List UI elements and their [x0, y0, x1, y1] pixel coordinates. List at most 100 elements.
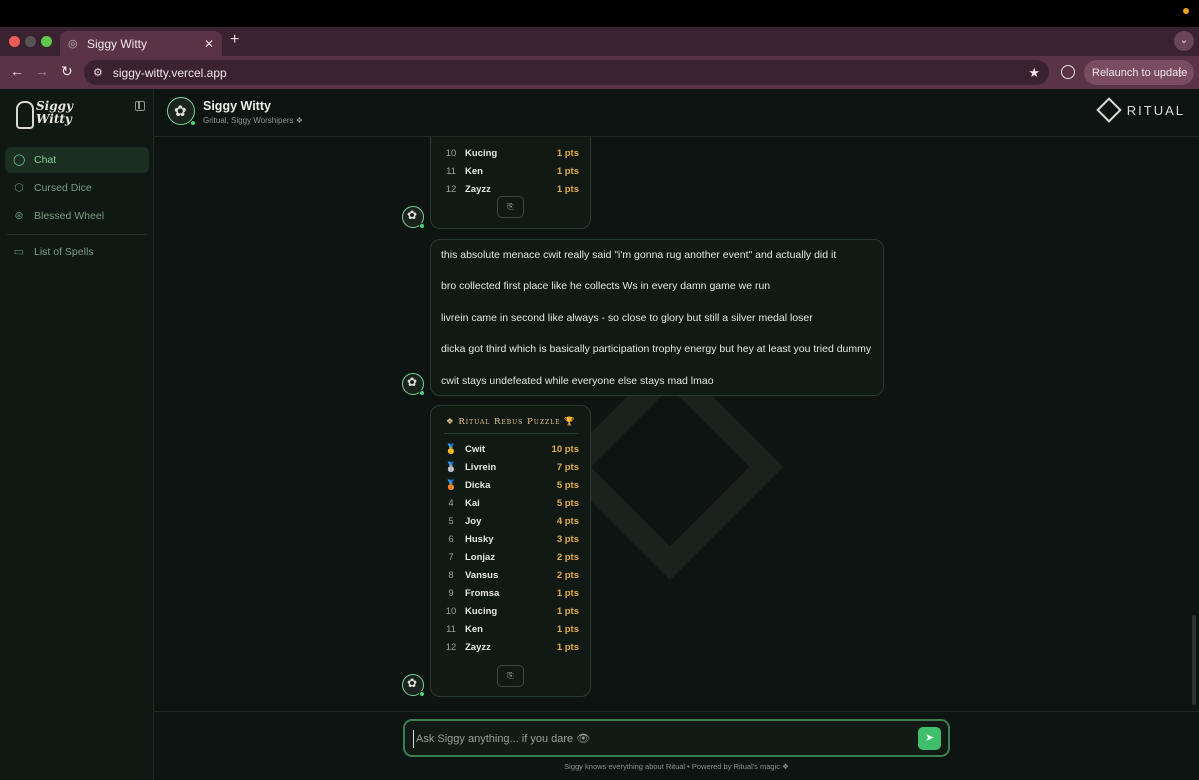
- online-status-icon: [419, 223, 425, 229]
- leaderboard-rank: 8: [448, 570, 454, 581]
- back-arrow-icon[interactable]: ←: [10, 63, 24, 79]
- message-line: dicka got third which is basically parti…: [441, 343, 872, 355]
- leaderboard-row: 8 Vansus 2 pts: [431, 567, 591, 585]
- notification-dot-icon: [1183, 8, 1189, 14]
- leaderboard-row: 6 Husky 3 pts: [431, 531, 591, 549]
- leaderboard-rank: 5: [448, 516, 454, 527]
- leaderboard-pts: 1 pts: [556, 642, 579, 653]
- ritual-brand-logo[interactable]: RITUAL: [1096, 97, 1185, 123]
- send-button[interactable]: ➤: [918, 727, 941, 750]
- leaderboard-row: 🥉 Dicka 5 pts: [431, 477, 591, 495]
- leaderboard-name: Kai: [465, 498, 480, 509]
- message-bubble: this absolute menace cwit really said "i…: [430, 239, 884, 396]
- chat-messages[interactable]: 10 Kucing 1 pts 11 Ken 1 pts 12 Zayzz 1 …: [154, 137, 1199, 711]
- leaderboard-rank: 🥉: [445, 480, 457, 491]
- leaderboard-row: 10 Kucing 1 pts: [431, 603, 591, 621]
- sidebar-item-label: Chat: [34, 154, 57, 166]
- leaderboard-pts: 2 pts: [556, 570, 579, 581]
- leaderboard-row: 12 Zayzz 1 pts: [431, 639, 591, 657]
- window-close-button[interactable]: [9, 36, 20, 47]
- leaderboard-rank: 12: [445, 642, 457, 653]
- chat-title: Siggy Witty: [203, 99, 271, 113]
- sidebar-item-cursed-dice[interactable]: ⬡ Cursed Dice: [5, 175, 149, 201]
- close-tab-icon[interactable]: ✕: [204, 37, 214, 51]
- chat-subtitle: Gritual, Siggy Worshipers ❖: [203, 116, 303, 125]
- message-line: this absolute menace cwit really said "i…: [441, 249, 837, 261]
- siggy-avatar: [167, 97, 196, 126]
- forward-arrow-icon[interactable]: →: [35, 63, 49, 79]
- wheel-icon: ⊛: [14, 210, 24, 222]
- leaderboard-name: Dicka: [465, 480, 491, 491]
- send-icon: ➤: [924, 732, 935, 744]
- chat-header: Siggy Witty Gritual, Siggy Worshipers ❖ …: [154, 89, 1199, 137]
- url-text[interactable]: siggy-witty.vercel.app: [113, 66, 1028, 80]
- leaderboard-pts: 1 pts: [556, 606, 579, 617]
- leaderboard-rank: 7: [448, 552, 454, 563]
- message-input[interactable]: [413, 730, 903, 748]
- leaderboard-rank: 11: [446, 624, 456, 635]
- leaderboard-pts: 2 pts: [556, 552, 579, 563]
- more-menu-icon[interactable]: ⋮: [1174, 65, 1186, 79]
- message-line: bro collected first place like he collec…: [441, 280, 771, 292]
- new-tab-icon[interactable]: +: [230, 31, 239, 49]
- leaderboard-name: Vansus: [465, 570, 499, 581]
- globe-icon: ◎: [68, 37, 78, 50]
- site-info-icon[interactable]: ⚙: [93, 66, 103, 79]
- sidebar-item-label: Blessed Wheel: [34, 210, 105, 222]
- leaderboard-rank: 6: [448, 534, 454, 545]
- leaderboard-name: Cwit: [465, 444, 486, 455]
- os-menu-bar: [0, 0, 1199, 27]
- leaderboard-pts: 3 pts: [556, 534, 579, 545]
- siggy-avatar: [402, 373, 425, 396]
- ritual-brand-text: RITUAL: [1126, 102, 1185, 118]
- reload-icon[interactable]: ↻: [61, 63, 73, 80]
- siggy-avatar: [402, 206, 425, 229]
- siggy-witty-logo[interactable]: Siggy Witty: [16, 99, 78, 131]
- copy-button[interactable]: ⎘: [497, 665, 524, 687]
- profile-icon[interactable]: [1061, 65, 1075, 79]
- copy-button[interactable]: ⎘: [497, 196, 524, 218]
- sidebar: Siggy Witty ◯ Chat ⬡ Cursed Dice ⊛ Bless…: [0, 89, 154, 780]
- leaderboard-pts: 5 pts: [556, 498, 579, 509]
- chat-scrollbar[interactable]: [1192, 615, 1196, 705]
- window-minimize-button[interactable]: [25, 36, 36, 47]
- leaderboard-row: 4 Kai 5 pts: [431, 495, 591, 513]
- sidebar-divider: [7, 234, 147, 235]
- relaunch-button[interactable]: Relaunch to update ⋮: [1084, 60, 1194, 85]
- tab-search-chevron-icon[interactable]: ⌄: [1174, 31, 1194, 51]
- sidebar-item-list-of-spells[interactable]: ▭ List of Spells: [5, 239, 149, 265]
- leaderboard-rank: 9: [448, 588, 454, 599]
- leaderboard-pts: 7 pts: [556, 462, 579, 473]
- ritual-mark-icon: [1096, 97, 1122, 123]
- leaderboard-row: 11 Ken 1 pts: [431, 621, 591, 639]
- sidebar-item-chat[interactable]: ◯ Chat: [5, 147, 149, 173]
- composer-area: ➤ Siggy knows everything about Ritual • …: [154, 711, 1199, 780]
- leaderboard-card: ❖ Ritual Rebus Puzzle 🏆 🥇 Cwit 10 pts 🥈 Livr…: [430, 405, 591, 697]
- online-status-icon: [419, 390, 425, 396]
- sidebar-item-label: Cursed Dice: [34, 182, 92, 194]
- online-status-icon: [190, 120, 196, 126]
- siggy-avatar: [402, 674, 425, 697]
- window-zoom-button[interactable]: [41, 36, 52, 47]
- address-bar[interactable]: ⚙ siggy-witty.vercel.app ★: [84, 60, 1049, 85]
- sidebar-item-blessed-wheel[interactable]: ⊛ Blessed Wheel: [5, 203, 149, 229]
- leaderboard-row: 7 Lonjaz 2 pts: [431, 549, 591, 567]
- sidebar-toggle-icon[interactable]: [135, 101, 145, 111]
- spellbook-icon: ▭: [13, 246, 25, 258]
- bookmark-star-icon[interactable]: ★: [1028, 65, 1040, 81]
- leaderboard-name: Husky: [465, 534, 494, 545]
- leaderboard-name: Fromsa: [465, 588, 500, 599]
- leaderboard-pts: 1 pts: [556, 588, 579, 599]
- tab-title: Siggy Witty: [87, 36, 148, 51]
- composer[interactable]: ➤: [403, 719, 950, 757]
- leaderboard-name: Kucing: [465, 606, 498, 617]
- browser-tab[interactable]: ◎ Siggy Witty ✕: [60, 31, 222, 56]
- dice-icon: ⬡: [14, 182, 24, 194]
- leaderboard-name: Joy: [465, 516, 482, 527]
- leaderboard-row: 🥇 Cwit 10 pts: [431, 441, 591, 459]
- message-line: cwit stays undefeated while everyone els…: [441, 375, 714, 387]
- leaderboard-row: 5 Joy 4 pts: [431, 513, 591, 531]
- leaderboard-name: Zayzz: [465, 642, 491, 653]
- browser-tab-bar: ◎ Siggy Witty ✕ + ⌄: [0, 27, 1199, 56]
- leaderboard-row: 🥈 Livrein 7 pts: [431, 459, 591, 477]
